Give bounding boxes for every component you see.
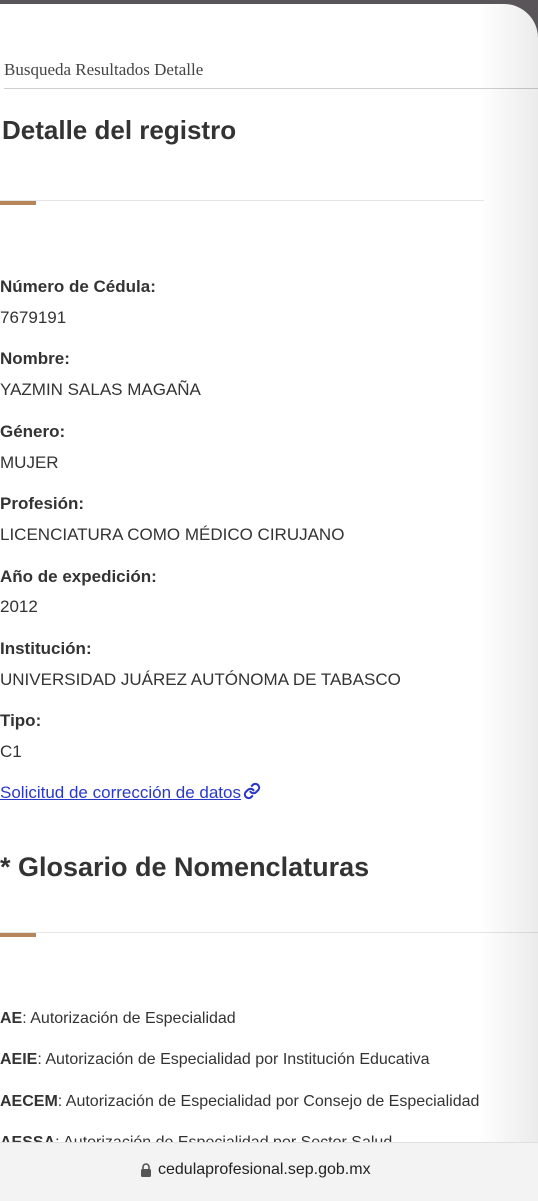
address-bar[interactable]: cedulaprofesional.sep.gob.mx <box>0 1142 538 1201</box>
glossary-abbr: AE <box>0 1010 23 1027</box>
field-label-anio: Año de expedición: <box>0 567 157 586</box>
field-label-tipo: Tipo: <box>0 711 42 730</box>
field-label-institucion: Institución: <box>0 639 92 658</box>
field-value-cedula: 7679191 <box>0 308 67 327</box>
glossary-abbr: AEIE <box>0 1051 38 1068</box>
glossary-item: AECEM: Autorización de Especialidad por … <box>0 1091 479 1113</box>
lock-icon <box>141 1163 151 1177</box>
field-value-tipo: C1 <box>0 742 22 761</box>
field-value-profesion: LICENCIATURA COMO MÉDICO CIRUJANO <box>0 525 345 544</box>
field-value-genero: MUJER <box>0 453 59 472</box>
url-text[interactable]: cedulaprofesional.sep.gob.mx <box>158 1160 371 1180</box>
glossary-item: AE: Autorización de Especialidad <box>0 1008 236 1030</box>
link-icon <box>243 782 261 800</box>
title-divider <box>0 200 484 201</box>
field-label-profesion: Profesión: <box>0 494 85 513</box>
glossary-title: * Glosario de Nomenclaturas <box>0 852 370 882</box>
title-accent-bar <box>0 201 36 205</box>
field-value-anio: 2012 <box>0 597 38 616</box>
glossary-desc: : Autorización de Especialidad <box>22 1010 236 1027</box>
field-label-genero: Género: <box>0 422 66 441</box>
correction-request-link[interactable]: Solicitud de corrección de datos <box>0 782 261 804</box>
glossary-desc: : Autorización de Especialidad por Insti… <box>37 1051 430 1068</box>
glossary-divider <box>0 932 538 933</box>
correction-link-text[interactable]: Solicitud de corrección de datos <box>0 783 241 802</box>
field-label-nombre: Nombre: <box>0 349 70 368</box>
breadcrumb-text[interactable]: Busqueda Resultados Detalle <box>4 60 203 80</box>
field-value-institucion: UNIVERSIDAD JUÁREZ AUTÓNOMA DE TABASCO <box>0 670 401 689</box>
page-title: Detalle del registro <box>2 115 237 145</box>
glossary-desc: : Autorización de Especialidad por Conse… <box>57 1093 480 1110</box>
edge-shadow <box>478 4 538 1200</box>
field-label-cedula: Número de Cédula: <box>0 277 156 296</box>
breadcrumb: Busqueda Resultados Detalle <box>4 60 538 89</box>
browser-page: Busqueda Resultados Detalle Detalle del … <box>0 4 538 1200</box>
field-value-nombre: YAZMIN SALAS MAGAÑA <box>0 380 201 399</box>
glossary-accent-bar <box>0 933 36 937</box>
glossary-item: AEIE: Autorización de Especialidad por I… <box>0 1049 430 1071</box>
glossary-abbr: AECEM <box>0 1093 58 1110</box>
